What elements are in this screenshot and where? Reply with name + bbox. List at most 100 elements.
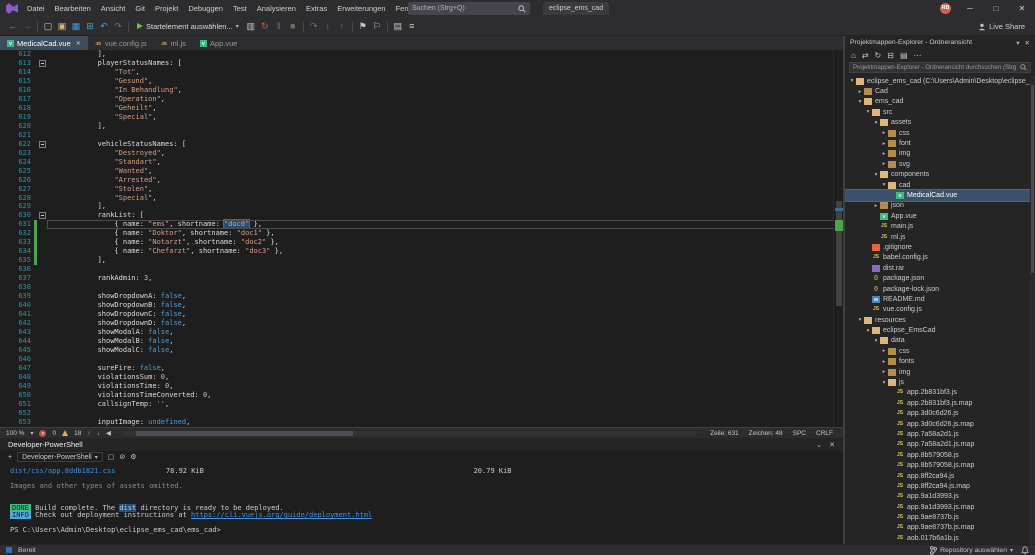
tree-item-babel-config-js[interactable]: JSbabel.config.js [845, 253, 1030, 263]
code-line-625[interactable]: 625 "Wanted", [8, 167, 843, 176]
more-icon[interactable]: ⋯ [914, 51, 922, 60]
tree-item-css[interactable]: ▸css [845, 346, 1030, 356]
tree-item-json[interactable]: ▸json [845, 201, 1030, 211]
tree-item-assets[interactable]: ▾assets [845, 118, 1030, 128]
code-line-613[interactable]: 613 playerStatusNames: [ [8, 59, 843, 68]
code-line-640[interactable]: 640 showDropdownB: false, [8, 301, 843, 310]
terminal-output[interactable]: dist/css/app.8ddb1821.css 78.92 KiB 20.7… [0, 463, 843, 544]
block-select-icon[interactable]: ▤ [391, 18, 405, 35]
explorer-scrollbar-thumb[interactable] [1031, 85, 1034, 272]
tree-item-app-7a58a2d1-js[interactable]: JSapp.7a58a2d1.js [845, 429, 1030, 439]
tree-item-data[interactable]: ▾data [845, 336, 1030, 346]
chevron-right-icon[interactable]: ▸ [880, 359, 888, 365]
scroll-left-icon[interactable]: ◀ [106, 429, 111, 437]
hot-reload-icon[interactable]: ↻ [258, 18, 272, 35]
tree-item-resources[interactable]: ▾resources [845, 315, 1030, 325]
errors-icon[interactable]: ✕ [39, 430, 46, 437]
tree-item-fonts[interactable]: ▸fonts [845, 357, 1030, 367]
code-line-633[interactable]: 633 { name: "Notarzt", shortname: "doc2"… [8, 238, 843, 247]
refresh-icon[interactable]: ↻ [875, 51, 882, 60]
tree-item-medicalcad-vue[interactable]: VMedicalCad.vue [845, 190, 1030, 200]
menu-item-projekt[interactable]: Projekt [150, 0, 183, 17]
tab-medicalcad-vue[interactable]: VMedicalCad.vue✕ [0, 36, 88, 50]
tree-item-eclipse-emscad[interactable]: ▾eclipse_EmsCad [845, 325, 1030, 335]
code-line-644[interactable]: 644 showModalB: false, [8, 337, 843, 346]
background-tasks-icon[interactable] [6, 547, 12, 553]
zoom-dropdown-icon[interactable]: ▾ [30, 430, 33, 437]
bookmark-list-icon[interactable]: ⚐ [370, 18, 384, 35]
eol-indicator[interactable]: CRLF [816, 430, 833, 437]
tree-item-app-2b831bf3-js-map[interactable]: JSapp.2b831bf3.js.map [845, 398, 1030, 408]
attach-icon[interactable]: ▥ [244, 18, 258, 35]
code-line-635[interactable]: 635 ], [8, 256, 843, 265]
chevron-right-icon[interactable]: ▸ [880, 141, 888, 147]
code-editor[interactable]: 612 ],613 playerStatusNames: [614 "Tot",… [0, 50, 843, 427]
code-line-628[interactable]: 628 "Special", [8, 194, 843, 203]
tree-item-app-9ae8737b-js-map[interactable]: JSapp.9ae8737b.js.map [845, 523, 1030, 533]
code-line-645[interactable]: 645 showModalC: false, [8, 346, 843, 355]
column-indicator[interactable]: Zeichen: 48 [749, 430, 783, 437]
tree-item-app-8b579058-js[interactable]: JSapp.8b579058.js [845, 450, 1030, 460]
close-panel-icon[interactable]: ✕ [829, 441, 835, 449]
tree-item-cad[interactable]: ▾cad [845, 180, 1030, 190]
next-issue-icon[interactable]: ↓ [97, 430, 100, 437]
redo-icon[interactable]: ↷ [111, 18, 125, 35]
code-line-641[interactable]: 641 showDropdownC: false, [8, 310, 843, 319]
menu-item-git[interactable]: Git [130, 0, 150, 17]
switch-views-icon[interactable]: ⇄ [862, 51, 869, 60]
stop-icon[interactable]: ■ [286, 18, 300, 35]
explorer-scrollbar[interactable] [1030, 76, 1035, 544]
live-share-button[interactable]: Live Share [978, 17, 1025, 36]
split-terminal-icon[interactable]: ▢ [108, 453, 115, 461]
chevron-right-icon[interactable]: ▸ [880, 130, 888, 136]
line-indicator[interactable]: Zeile: 631 [710, 430, 739, 437]
code-line-652[interactable]: 652 [8, 409, 843, 418]
code-line-615[interactable]: 615 "Gesund", [8, 77, 843, 86]
code-line-634[interactable]: 634 { name: "Chefarzt", shortname: "doc3… [8, 247, 843, 256]
tree-item-eclipse-ems-cad-c-users-admin-desktop-eclipse-e[interactable]: ▾eclipse_ems_cad (C:\Users\Admin\Desktop… [845, 76, 1030, 86]
terminal-tab[interactable]: Developer-PowerShell [8, 440, 83, 449]
code-line-648[interactable]: 648 violationsSum: 0, [8, 373, 843, 382]
chevron-right-icon[interactable]: ▸ [880, 348, 888, 354]
notifications-bell-icon[interactable] [1021, 546, 1029, 555]
code-line-639[interactable]: 639 showDropdownA: false, [8, 292, 843, 301]
pause-icon[interactable]: ‖ [272, 18, 286, 35]
editor-vertical-scrollbar[interactable] [833, 50, 843, 427]
chevron-right-icon[interactable]: ▸ [880, 161, 888, 167]
close-explorer-icon[interactable]: ✕ [1025, 39, 1030, 47]
quick-search[interactable]: Suchen (Strg+Q) [408, 2, 530, 15]
tree-item-img[interactable]: ▸img [845, 367, 1030, 377]
prev-issue-icon[interactable]: ↑ [87, 430, 90, 437]
spaces-indicator[interactable]: SPC [793, 430, 806, 437]
tab-app-vue[interactable]: VApp.vue [193, 36, 245, 50]
tab-ml-js[interactable]: JSml.js [154, 36, 193, 50]
code-line-642[interactable]: 642 showDropdownD: false, [8, 319, 843, 328]
tree-item-src[interactable]: ▾src [845, 107, 1030, 117]
chevron-down-icon[interactable]: ▾ [872, 172, 880, 178]
tree-item-package-json[interactable]: {}package.json [845, 273, 1030, 283]
code-line-614[interactable]: 614 "Tot", [8, 68, 843, 77]
new-terminal-icon[interactable]: + [8, 454, 12, 461]
chevron-down-icon[interactable]: ▾ [864, 109, 872, 115]
menu-item-erweiterungen[interactable]: Erweiterungen [332, 0, 390, 17]
tree-item-app-8ff2ca94-js-map[interactable]: JSapp.8ff2ca94.js.map [845, 481, 1030, 491]
chevron-right-icon[interactable]: ▸ [872, 203, 880, 209]
code-line-632[interactable]: 632 { name: "Doktor", shortname: "doc1" … [8, 229, 843, 238]
tree-item-app-8b579058-js-map[interactable]: JSapp.8b579058.js.map [845, 460, 1030, 470]
chevron-right-icon[interactable]: ▸ [880, 369, 888, 375]
chevron-down-icon[interactable]: ▾ [856, 99, 864, 105]
chevron-right-icon[interactable]: ▸ [880, 151, 888, 157]
code-line-653[interactable]: 653 inputImage: undefined, [8, 418, 843, 427]
run-button[interactable]: Startelement auswählen... ▾ [132, 19, 244, 34]
tree-item-app-7a58a2d1-js-map[interactable]: JSapp.7a58a2d1.js.map [845, 440, 1030, 450]
tree-item-app-8ff2ca94-js[interactable]: JSapp.8ff2ca94.js [845, 471, 1030, 481]
select-repository-button[interactable]: Repository auswählen ▾ [930, 546, 1013, 555]
tree-item-cad[interactable]: ▸Cad [845, 86, 1030, 96]
tree-item-font[interactable]: ▸font [845, 138, 1030, 148]
tree-item-package-lock-json[interactable]: {}package-lock.json [845, 284, 1030, 294]
tree-item-components[interactable]: ▾components [845, 170, 1030, 180]
tree-item-app-vue[interactable]: VApp.vue [845, 211, 1030, 221]
tree-item-svg[interactable]: ▸svg [845, 159, 1030, 169]
account-avatar[interactable]: RB [940, 3, 951, 14]
code-line-622[interactable]: 622 vehicleStatusNames: [ [8, 140, 843, 149]
